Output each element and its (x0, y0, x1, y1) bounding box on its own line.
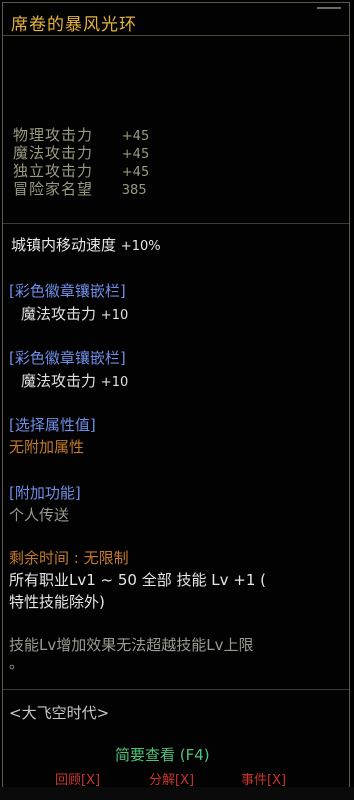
stat-value: +45 (121, 165, 150, 180)
stat-row-independent-attack: 独立攻击力 +45 (13, 162, 149, 180)
recycle-button[interactable]: 回顾[X] (55, 769, 100, 788)
skill-bonus-line-1: 所有职业Lv1 ~ 50 全部 技能 Lv +1 ( (9, 571, 267, 589)
section-divider (3, 223, 349, 224)
town-speed-value: +10% (120, 239, 161, 254)
stat-row-physical-attack: 物理攻击力 +45 (13, 126, 149, 144)
action-buttons: 回顾[X] 分解[X] 事件[X] (3, 769, 349, 789)
event-button[interactable]: 事件[X] (241, 769, 286, 788)
stat-name: 冒险家名望 (13, 180, 94, 198)
summary-view-link[interactable]: 简要查看 (F4) (115, 745, 210, 765)
extra-function-text: 个人传送 (9, 506, 70, 524)
stat-value: +45 (121, 129, 150, 144)
series-divider (3, 689, 349, 690)
stat-name: 魔法攻击力 (13, 144, 94, 162)
select-attribute-header: [选择属性值] (9, 416, 96, 434)
item-tooltip-panel: 席卷的暴风光环 物理攻击力 +45 魔法攻击力 +45 独立攻击力 +45 冒险… (2, 2, 350, 796)
stat-name: 独立攻击力 (13, 162, 94, 180)
stat-row-adventurer-fame: 冒险家名望 385 (13, 180, 149, 198)
stat-value: +45 (121, 147, 150, 162)
item-title: 席卷的暴风光环 (11, 15, 137, 35)
extra-function-header: [附加功能] (9, 484, 81, 502)
series-name: <大飞空时代> (9, 704, 110, 722)
emblem-slot-1-header: [彩色徽章镶嵌栏] (9, 282, 126, 300)
emblem-slot-2-header: [彩色徽章镶嵌栏] (9, 349, 126, 367)
remaining-time: 剩余时间 : 无限制 (9, 549, 129, 567)
bottom-edge-fragment (0, 787, 354, 800)
town-speed-line: 城镇内移动速度 +10% (11, 235, 161, 257)
emblem-slot-2-stat-value: +10 (100, 375, 129, 390)
emblem-slot-2-stat: 魔法攻击力 +10 (21, 371, 128, 393)
emblem-slot-1-stat: 魔法攻击力 +10 (21, 304, 128, 326)
town-speed-label: 城镇内移动速度 (11, 236, 117, 254)
emblem-slot-1-stat-name: 魔法攻击力 (21, 305, 97, 323)
stat-row-magic-attack: 魔法攻击力 +45 (13, 144, 149, 162)
base-stats: 物理攻击力 +45 魔法攻击力 +45 独立攻击力 +45 冒险家名望 385 (13, 126, 149, 198)
skill-limit-line-1: 技能Lv增加效果无法超越技能Lv上限 (9, 636, 254, 654)
decompose-button[interactable]: 分解[X] (149, 769, 194, 788)
stat-value: 385 (121, 183, 147, 198)
select-attribute-text: 无附加属性 (9, 438, 85, 456)
skill-bonus-line-2: 特性技能除外) (9, 593, 105, 611)
emblem-slot-2-stat-name: 魔法攻击力 (21, 372, 97, 390)
title-bar: 席卷的暴风光环 (3, 3, 349, 36)
stat-name: 物理攻击力 (13, 126, 94, 144)
emblem-slot-1-stat-value: +10 (100, 308, 129, 323)
skill-limit-line-2: 。 (9, 654, 25, 672)
